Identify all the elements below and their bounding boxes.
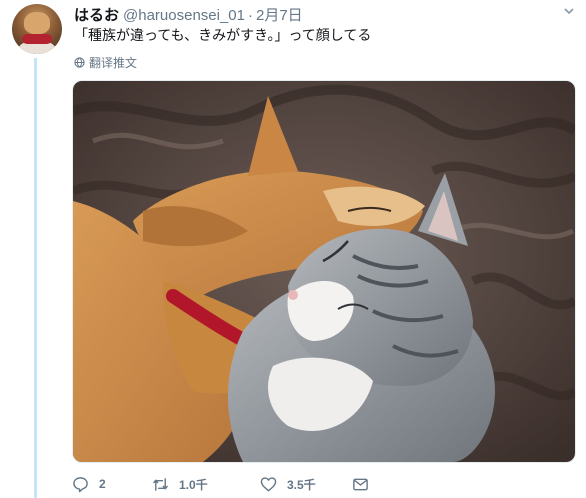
separator-dot: ·	[248, 7, 253, 24]
dog-and-cat-photo	[73, 81, 575, 462]
translate-label: 翻译推文	[89, 56, 138, 70]
retweet-icon	[153, 477, 168, 491]
tweet-photo[interactable]	[72, 80, 576, 463]
translate-tweet-link[interactable]: 翻译推文	[74, 54, 137, 71]
tweet-header: はるお @haruosensei_01 · 2月7日	[74, 4, 303, 24]
tweet-actions: 2 1.0千 3.5千	[72, 474, 372, 494]
thread-line	[34, 58, 37, 498]
tweet-text: 「種族が違っても、きみがすき。」って顔してる	[74, 27, 372, 43]
like-count: 3.5千	[287, 477, 316, 492]
reply-button[interactable]: 2	[72, 476, 152, 493]
direct-message-icon	[353, 478, 368, 490]
caret-down-icon[interactable]	[564, 6, 574, 16]
globe-icon	[74, 57, 85, 68]
tweet-date[interactable]: 2月7日	[256, 7, 303, 24]
user-handle[interactable]: @haruosensei_01	[123, 7, 245, 24]
reply-icon	[73, 476, 88, 492]
retweet-count: 1.0千	[179, 477, 208, 492]
like-icon	[260, 476, 277, 491]
direct-message-button[interactable]	[352, 476, 372, 493]
avatar[interactable]	[12, 4, 62, 54]
display-name[interactable]: はるお	[74, 7, 119, 24]
reply-count: 2	[99, 477, 106, 491]
retweet-button[interactable]: 1.0千	[152, 476, 260, 493]
like-button[interactable]: 3.5千	[260, 476, 352, 493]
